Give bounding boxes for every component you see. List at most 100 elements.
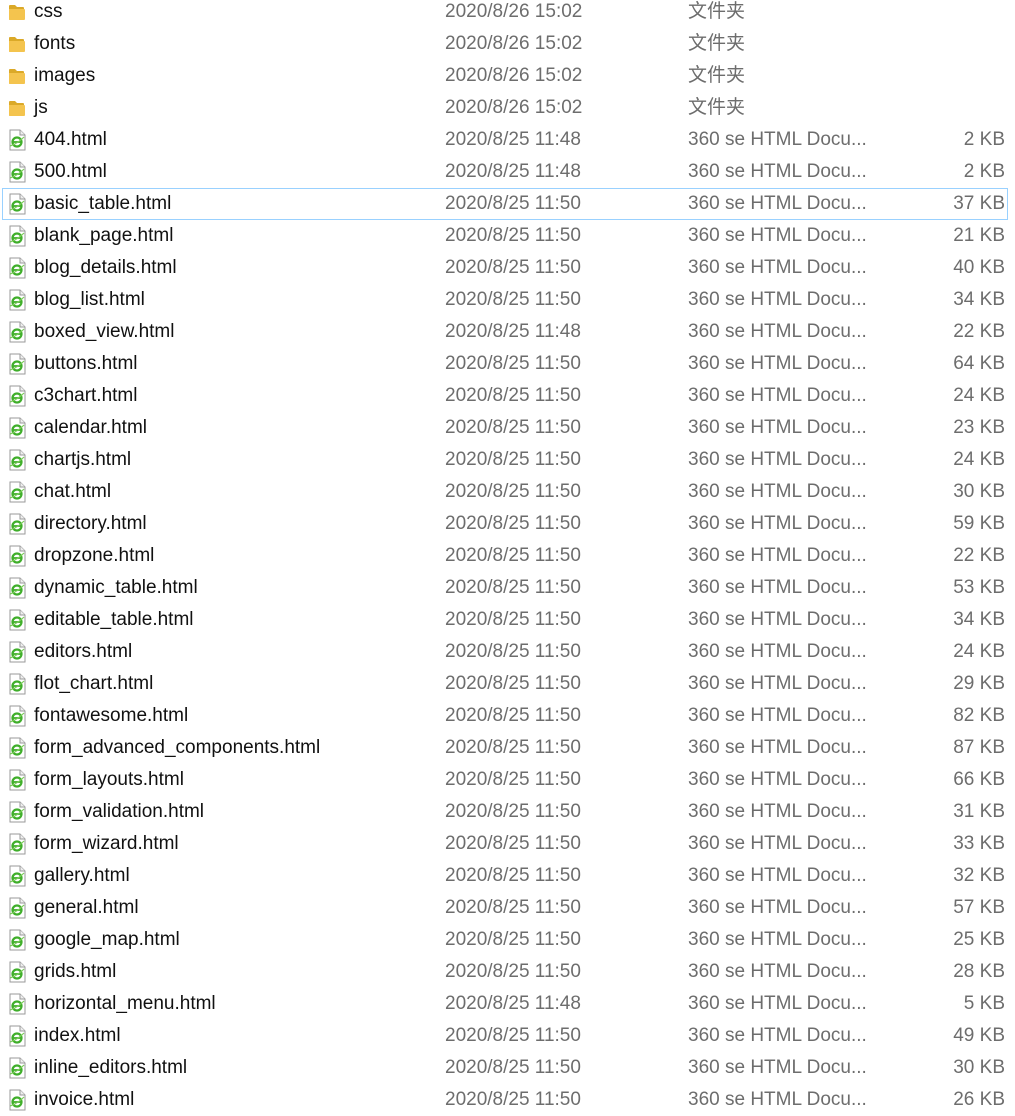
folder-icon — [7, 97, 27, 119]
file-name: js — [34, 97, 48, 118]
file-size: 40 KB — [953, 257, 1005, 278]
file-date: 2020/8/25 11:48 — [445, 161, 581, 182]
file-size: 2 KB — [963, 129, 1005, 150]
file-size: 24 KB — [953, 641, 1005, 662]
file-row[interactable]: horizontal_menu.html 2020/8/25 11:48 360 s… — [2, 988, 1008, 1020]
file-name: blog_list.html — [34, 289, 145, 310]
file-size: 2 KB — [963, 161, 1005, 182]
html-file-icon — [7, 673, 27, 695]
file-name: directory.html — [34, 513, 147, 534]
file-row[interactable]: form_advanced_components.html 2020/8/25 1… — [2, 732, 1008, 764]
file-type: 360 se HTML Docu... — [688, 417, 867, 438]
html-file-icon — [7, 737, 27, 759]
file-type: 360 se HTML Docu... — [688, 705, 867, 726]
file-row[interactable]: directory.html 2020/8/25 11:50 360 se HTML… — [2, 508, 1008, 540]
file-name: gallery.html — [34, 865, 130, 886]
html-file-icon — [7, 289, 27, 311]
file-row[interactable]: form_validation.html 2020/8/25 11:50 360 s… — [2, 796, 1008, 828]
file-row[interactable]: editors.html 2020/8/25 11:50 360 se HTML D… — [2, 636, 1008, 668]
html-file-icon — [7, 385, 27, 407]
file-date: 2020/8/25 11:50 — [445, 609, 581, 630]
file-type: 360 se HTML Docu... — [688, 129, 867, 150]
file-row[interactable]: general.html 2020/8/25 11:50 360 se HTML D… — [2, 892, 1008, 924]
html-file-icon — [7, 577, 27, 599]
file-type: 360 se HTML Docu... — [688, 545, 867, 566]
file-row[interactable]: boxed_view.html 2020/8/25 11:48 360 se HTM… — [2, 316, 1008, 348]
file-type: 360 se HTML Docu... — [688, 257, 867, 278]
file-type: 文件夹 — [688, 1, 746, 22]
file-type: 文件夹 — [688, 65, 746, 86]
file-type: 360 se HTML Docu... — [688, 929, 867, 950]
file-name: index.html — [34, 1025, 121, 1046]
file-type: 360 se HTML Docu... — [688, 289, 867, 310]
file-row[interactable]: google_map.html 2020/8/25 11:50 360 se HTM… — [2, 924, 1008, 956]
file-row[interactable]: blank_page.html 2020/8/25 11:50 360 se HTM… — [2, 220, 1008, 252]
file-date: 2020/8/25 11:50 — [445, 833, 581, 854]
file-date: 2020/8/25 11:50 — [445, 577, 581, 598]
file-row[interactable]: 404.html 2020/8/25 11:48 360 se HTML Docu.… — [2, 124, 1008, 156]
file-row[interactable]: fonts 2020/8/26 15:02 文件夹 — [2, 28, 1008, 60]
file-row[interactable]: form_wizard.html 2020/8/25 11:50 360 se HT… — [2, 828, 1008, 860]
file-row[interactable]: images 2020/8/26 15:02 文件夹 — [2, 60, 1008, 92]
file-size: 59 KB — [953, 513, 1005, 534]
file-row[interactable]: 500.html 2020/8/25 11:48 360 se HTML Docu.… — [2, 156, 1008, 188]
file-row[interactable]: flot_chart.html 2020/8/25 11:50 360 se HTM… — [2, 668, 1008, 700]
file-date: 2020/8/25 11:50 — [445, 929, 581, 950]
file-type: 360 se HTML Docu... — [688, 993, 867, 1014]
file-name: form_advanced_components.html — [34, 737, 321, 758]
file-type: 文件夹 — [688, 97, 746, 118]
file-row[interactable]: blog_list.html 2020/8/25 11:50 360 se HTML… — [2, 284, 1008, 316]
html-file-icon — [7, 929, 27, 951]
file-row[interactable]: blog_details.html 2020/8/25 11:50 360 se H… — [2, 252, 1008, 284]
file-row[interactable]: calendar.html 2020/8/25 11:50 360 se HTML … — [2, 412, 1008, 444]
file-row[interactable]: chat.html 2020/8/25 11:50 360 se HTML Docu… — [2, 476, 1008, 508]
file-row[interactable]: editable_table.html 2020/8/25 11:50 360 se… — [2, 604, 1008, 636]
file-name: inline_editors.html — [34, 1057, 188, 1078]
file-date: 2020/8/25 11:50 — [445, 193, 581, 214]
file-type: 360 se HTML Docu... — [688, 449, 867, 470]
file-date: 2020/8/26 15:02 — [445, 65, 583, 86]
file-size: 22 KB — [953, 321, 1005, 342]
file-size: 28 KB — [953, 961, 1005, 982]
file-date: 2020/8/26 15:02 — [445, 33, 583, 54]
file-row[interactable]: buttons.html 2020/8/25 11:50 360 se HTML D… — [2, 348, 1008, 380]
file-row[interactable]: gallery.html 2020/8/25 11:50 360 se HTML D… — [2, 860, 1008, 892]
html-file-icon — [7, 609, 27, 631]
file-row[interactable]: chartjs.html 2020/8/25 11:50 360 se HTML D… — [2, 444, 1008, 476]
file-name: css — [34, 1, 63, 22]
file-row[interactable]: c3chart.html 2020/8/25 11:50 360 se HTML D… — [2, 380, 1008, 412]
file-date: 2020/8/25 11:48 — [445, 129, 581, 150]
file-date: 2020/8/25 11:50 — [445, 257, 581, 278]
file-name: form_wizard.html — [34, 833, 179, 854]
file-row[interactable]: form_layouts.html 2020/8/25 11:50 360 se H… — [2, 764, 1008, 796]
file-row[interactable]: js 2020/8/26 15:02 文件夹 — [2, 92, 1008, 124]
file-date: 2020/8/25 11:50 — [445, 449, 581, 470]
file-size: 29 KB — [953, 673, 1005, 694]
file-row[interactable]: fontawesome.html 2020/8/25 11:50 360 se HT… — [2, 700, 1008, 732]
file-row[interactable]: invoice.html 2020/8/25 11:50 360 se HTML D… — [2, 1084, 1008, 1116]
file-row[interactable]: index.html 2020/8/25 11:50 360 se HTML Doc… — [2, 1020, 1008, 1052]
file-row[interactable]: grids.html 2020/8/25 11:50 360 se HTML Doc… — [2, 956, 1008, 988]
file-row[interactable]: dropzone.html 2020/8/25 11:50 360 se HTML … — [2, 540, 1008, 572]
file-type: 360 se HTML Docu... — [688, 161, 867, 182]
file-name: flot_chart.html — [34, 673, 154, 694]
file-type: 360 se HTML Docu... — [688, 865, 867, 886]
file-type: 360 se HTML Docu... — [688, 641, 867, 662]
file-row[interactable]: dynamic_table.html 2020/8/25 11:50 360 se … — [2, 572, 1008, 604]
file-row[interactable]: inline_editors.html 2020/8/25 11:50 360 se… — [2, 1052, 1008, 1084]
file-type: 360 se HTML Docu... — [688, 609, 867, 630]
file-row[interactable]: basic_table.html 2020/8/25 11:50 360 se HT… — [2, 188, 1008, 220]
file-name: editors.html — [34, 641, 133, 662]
file-type: 360 se HTML Docu... — [688, 961, 867, 982]
file-size: 66 KB — [953, 769, 1005, 790]
file-date: 2020/8/25 11:50 — [445, 545, 581, 566]
file-size: 5 KB — [963, 993, 1005, 1014]
file-type: 360 se HTML Docu... — [688, 577, 867, 598]
file-date: 2020/8/25 11:50 — [445, 1057, 581, 1078]
file-name: chat.html — [34, 481, 112, 502]
file-type: 360 se HTML Docu... — [688, 769, 867, 790]
file-row[interactable]: css 2020/8/26 15:02 文件夹 — [2, 0, 1008, 28]
file-name: dropzone.html — [34, 545, 155, 566]
file-name: c3chart.html — [34, 385, 138, 406]
file-date: 2020/8/25 11:48 — [445, 321, 581, 342]
